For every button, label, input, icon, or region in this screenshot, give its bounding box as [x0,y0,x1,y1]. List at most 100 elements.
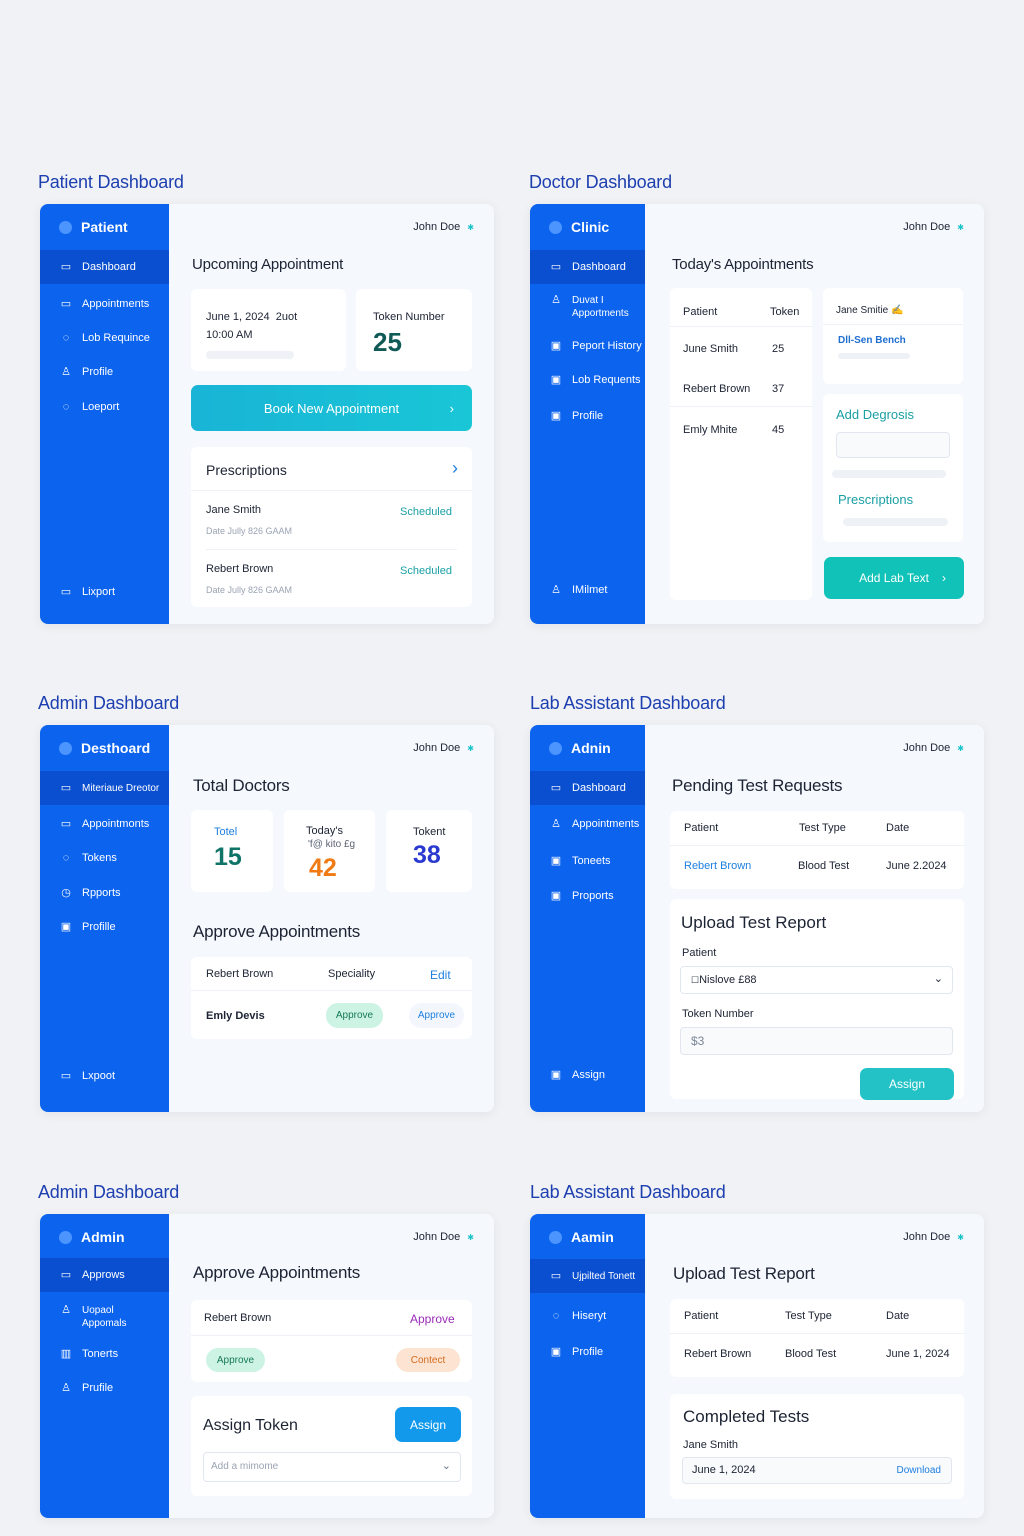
select-placeholder: Add a mimome [211,1461,279,1472]
user-label: John Doe [413,1231,461,1243]
approve-pill[interactable]: Approve [206,1348,265,1372]
sidebar-item-assign[interactable]: ▣ Assign [530,1065,645,1085]
pending-table: Patient Test Type Date Rebert Brown Bloo… [670,811,964,889]
sidebar-item-approvals[interactable]: ▭ Approws [40,1258,169,1292]
sidebar-item-export[interactable]: ▭ Lxpoot [40,1066,169,1086]
sidebar-item-dashboard[interactable]: ▭ Dashboard [530,771,645,805]
sidebar-item-appointments[interactable]: ♙ Appointments [530,814,645,834]
sidebar: Desthoard ▭ Miteriaue Dreotor ▭ Appointmon… [40,725,169,1112]
sidebar-item-reports[interactable]: ◷ Rpports [40,883,169,903]
stat-label: Today's [306,825,343,837]
assign-select[interactable]: Add a mimome ⌄ [203,1452,461,1482]
user-name[interactable]: John Doe ✱ [903,1231,964,1243]
sidebar-item-dashboard[interactable]: ▭ Dashboard [530,250,645,284]
user-name[interactable]: John Doe ✱ [413,1231,474,1243]
approve-link[interactable]: Approve [410,1312,455,1326]
sidebar-item-report[interactable]: ◌ Loeport [40,397,169,417]
sidebar-item-label: Profile [82,365,114,378]
detail-link[interactable]: Dll-Sen Bench [838,335,906,346]
diagnosis-input[interactable] [836,432,950,458]
sidebar-item-tokens[interactable]: ▥ Tonerts [40,1344,169,1364]
sidebar-item-label: Lixport [82,585,116,598]
status-icon: ✱ [467,1233,474,1242]
chevron-right-icon[interactable]: › [452,458,458,479]
sidebar-item-lab[interactable]: ▣ Lob Requents [530,370,645,390]
completed-row: June 1, 2024 Download [682,1457,952,1484]
main-content: John Doe ✱ Today's Appointments Patient T… [645,204,984,624]
prescriptions-link[interactable]: Prescriptions [838,492,913,507]
upload-heading: Upload Test Report [681,913,827,932]
brand-dot-icon [59,220,72,234]
sidebar-item-doctors[interactable]: ▭ Miteriaue Dreotor [40,771,169,805]
sidebar-item-label: IMilmet [572,583,608,596]
sidebar-item-lab[interactable]: ◌ Lob Requince [40,328,169,348]
appointment-card: June 1, 2024 2uot 10:00 AM [191,289,346,371]
completed-tests-card: Completed Tests Jane Smith June 1, 2024 … [670,1394,964,1499]
approve-pill[interactable]: Approve [326,1003,383,1028]
upload-report-card: Upload Test Report Patient ☐Nislove £88 … [670,899,964,1100]
user-icon: ♙ [61,1382,71,1394]
sidebar-item-footer[interactable]: ♙ IMilmet [530,580,645,600]
sidebar-item-upload[interactable]: ▭ Ujpilted Tonett [530,1259,645,1293]
user-name[interactable]: John Doe ✱ [903,742,964,754]
table-row-name[interactable]: June Smith [683,343,738,355]
assign-button[interactable]: Assign [395,1407,461,1442]
sidebar-item-profile[interactable]: ▣ Profile [530,406,645,426]
sidebar-item-appointments[interactable]: ♙ Duvat I Apportments [530,294,645,324]
sidebar-item-reports[interactable]: ▣ Proports [530,886,645,906]
table-row-test-type: Blood Test [798,860,850,872]
user-name[interactable]: John Doe ✱ [413,742,474,754]
appointment-date: June 1, 2024 2uot [206,311,298,323]
table-row-token: 25 [772,343,785,355]
book-appointment-button[interactable]: Book New Appointment › [191,385,472,431]
status-icon: ✱ [467,223,474,232]
token-value: 25 [373,327,402,357]
chevron-down-icon: ⌄ [441,1460,451,1472]
sidebar-item-label: Profile [572,1345,604,1358]
stat-value: 42 [309,854,337,882]
sidebar-item-tokens[interactable]: ◌ Tokens [40,848,169,868]
sidebar-item-label: Appointments [572,817,640,830]
token-input[interactable]: $3 [680,1027,953,1055]
edit-link[interactable]: Edit [430,968,451,982]
approve-button[interactable]: Approve [409,1003,464,1028]
sidebar-item-profile[interactable]: ♙ Prufile [40,1378,169,1398]
contact-pill[interactable]: Contect [396,1348,460,1372]
sidebar-item-profile[interactable]: ♙ Profile [40,362,169,382]
appointments-table: Patient Token June Smith 25 Rebert Brown… [670,288,812,600]
history-icon: ◌ [552,1310,560,1322]
sidebar-item-label: Profile [572,409,604,422]
placeholder-bar [206,351,294,359]
add-lab-test-button[interactable]: Add Lab Text › [824,557,964,599]
table-row-name[interactable]: Rebert Brown [684,860,751,872]
sidebar-item-tokens[interactable]: ▣ Toneets [530,851,645,871]
admin2-dashboard-panel: Admin ▭ Approws ♙ Uopaol Appomals ▥ Tonerts… [40,1214,494,1518]
sidebar-item-appointments[interactable]: ♙ Uopaol Appomals [40,1304,169,1334]
token-input-value: $3 [691,1034,705,1048]
user-name[interactable]: John Doe ✱ [413,221,474,233]
sidebar-item-dashboard[interactable]: ▭ Dashboard [40,250,169,284]
page-title: Approve Appointments [193,1263,361,1282]
sidebar-item-profile[interactable]: ▣ Profile [530,1342,645,1362]
flask-icon: ◌ [62,332,70,344]
token-label: Token Number [682,1008,754,1020]
sidebar-item-history[interactable]: ◌ Hiseryt [530,1306,645,1326]
sidebar-item-appointments[interactable]: ▭ Appointmonts [40,814,169,834]
download-link[interactable]: Download [897,1465,941,1476]
placeholder-bar [838,353,910,359]
patient-select[interactable]: ☐Nislove £88 ⌄ [680,966,953,994]
column-header-patient: Patient [684,822,719,834]
sidebar: Clinic ▭ Dashboard ♙ Duvat I Apportments ▣… [530,204,645,624]
sidebar-item-export[interactable]: ▭ Lixport [40,582,169,602]
sidebar-item-history[interactable]: ▣ Peport History [530,336,645,356]
add-diagnosis-link[interactable]: Add Degrosis [836,407,914,422]
table-row-name[interactable]: Emly Mhite [683,424,737,436]
table-row-name[interactable]: Rebert Brown [683,383,750,395]
assign-button[interactable]: Assign [860,1068,954,1100]
user-name[interactable]: John Doe ✱ [903,221,964,233]
add-lab-label: Add Lab Text [859,571,929,585]
sidebar-item-appointments[interactable]: ▭ Appointments [40,294,169,314]
table-row-date: June 1, 2024 [886,1348,950,1360]
status-icon: ✱ [957,223,964,232]
sidebar-item-profile[interactable]: ▣ Profille [40,917,169,937]
